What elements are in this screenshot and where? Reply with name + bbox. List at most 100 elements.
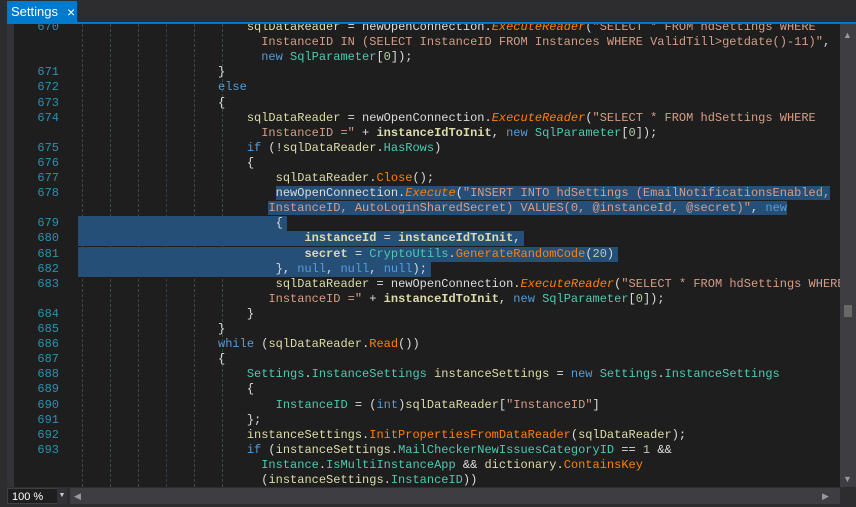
- code-text: InstanceID =" + instanceIdToInit, new Sq…: [74, 126, 657, 141]
- code-text: sqlDataReader.Close();: [74, 171, 434, 186]
- code-token: ==: [614, 442, 643, 457]
- code-token: "SELECT * FROM hdSettings WHERE: [621, 276, 840, 291]
- code-token: 20: [592, 246, 607, 261]
- code-token: ]: [592, 397, 600, 412]
- line-number: 691: [37, 412, 59, 427]
- code-token: instanceId: [304, 231, 377, 246]
- line-number: 678: [37, 186, 59, 201]
- code-token: instanceSettings: [246, 427, 363, 442]
- code-line: 693 if (instanceSettings.MailCheckerNewI…: [7, 443, 837, 458]
- code-token: .: [318, 457, 327, 472]
- code-token: = newOpenConnection.: [340, 110, 492, 125]
- code-text: Instance.IsMultiInstanceApp && dictionar…: [74, 458, 643, 473]
- code-token: }: [74, 65, 226, 80]
- code-token: sqlDataReader: [282, 140, 377, 155]
- code-token: ()): [398, 337, 420, 352]
- code-token: else: [218, 80, 247, 95]
- code-token: [: [621, 125, 629, 140]
- code-token: (: [585, 110, 593, 125]
- code-token: (: [74, 473, 269, 487]
- code-editor[interactable]: 670 sqlDataReader = newOpenConnection.Ex…: [7, 24, 840, 487]
- code-token: )): [462, 473, 478, 487]
- code-token: sqlDataReader: [268, 337, 363, 352]
- code-token: GenerateRandomCode: [455, 246, 586, 261]
- editor-margin: [7, 24, 14, 487]
- code-text: {: [74, 216, 283, 231]
- code-token: InstanceID =": [268, 291, 363, 306]
- line-number: 681: [37, 246, 59, 261]
- code-line: 678 newOpenConnection.Execute("INSERT IN…: [7, 186, 837, 201]
- code-line: Instance.IsMultiInstanceApp && dictionar…: [7, 458, 837, 473]
- line-number: 693: [37, 442, 59, 457]
- scroll-down-icon[interactable]: ▼: [843, 474, 852, 484]
- code-token: instanceSettings: [434, 367, 550, 382]
- code-token: =: [376, 231, 399, 246]
- code-token: Close: [376, 171, 413, 185]
- code-line: 687 {: [7, 352, 837, 367]
- code-text: Settings.InstanceSettings instanceSettin…: [74, 367, 780, 382]
- status-bar: 100 % ▼ ◀ ▶: [0, 487, 856, 507]
- code-line: 671 }: [7, 65, 837, 80]
- code-token: newOpenConnection.: [275, 186, 406, 201]
- code-token: (: [254, 337, 269, 352]
- close-icon[interactable]: ×: [67, 4, 75, 20]
- code-text: }: [74, 322, 225, 337]
- code-line: 691 };: [7, 413, 837, 428]
- code-token: Read: [369, 337, 399, 352]
- code-text: InstanceID =" + instanceIdToInit, new Sq…: [74, 291, 665, 307]
- scroll-up-icon[interactable]: ▲: [843, 30, 852, 40]
- code-token: +: [354, 125, 377, 140]
- vertical-scroll-thumb[interactable]: [844, 305, 852, 317]
- chevron-down-icon[interactable]: ▼: [57, 488, 67, 504]
- code-token: .: [390, 442, 399, 457]
- line-number: 674: [37, 110, 59, 125]
- code-token: ,: [498, 291, 514, 306]
- zoom-level-combo[interactable]: 100 %: [7, 488, 58, 504]
- code-text: new SqlParameter[0]);: [74, 50, 412, 65]
- code-token: =: [347, 246, 370, 261]
- code-token: new: [513, 291, 543, 306]
- code-token: {: [74, 382, 255, 397]
- code-text: };: [74, 413, 261, 428]
- code-line: 675 if (!sqlDataReader.HasRows): [7, 141, 837, 156]
- line-number: 680: [37, 231, 59, 246]
- code-text: {: [74, 382, 254, 397]
- code-line: 692 instanceSettings.InitPropertiesFromD…: [7, 428, 837, 443]
- code-token: IsMultiInstanceApp: [326, 457, 456, 472]
- scroll-left-icon[interactable]: ◀: [74, 491, 81, 502]
- line-number: 682: [37, 261, 59, 276]
- code-token: null: [383, 261, 413, 276]
- code-token: .: [448, 246, 456, 261]
- code-line: 682 }, null, null, null);: [7, 261, 837, 277]
- code-token: new: [261, 50, 291, 65]
- tab-settings[interactable]: Settings ×: [7, 1, 77, 22]
- code-token: InstanceSettings: [311, 367, 435, 382]
- code-line: 690 InstanceID = (int)sqlDataReader["Ins…: [7, 398, 837, 413]
- code-line: 681 secret = CryptoUtils.GenerateRandomC…: [7, 246, 837, 262]
- horizontal-scrollbar[interactable]: ◀ ▶: [70, 488, 840, 504]
- code-token: (: [585, 24, 593, 34]
- line-number: 672: [37, 80, 59, 95]
- code-line: new SqlParameter[0]);: [7, 50, 837, 65]
- line-number: 688: [37, 367, 59, 382]
- code-token: ]);: [642, 291, 665, 306]
- code-token: secret: [304, 246, 348, 261]
- code-token: = (: [347, 397, 377, 412]
- scroll-right-icon[interactable]: ▶: [822, 491, 829, 502]
- code-line: 685 }: [7, 322, 837, 337]
- code-token: "SELECT * FROM hdSettings WHERE: [592, 24, 816, 34]
- code-token: int: [376, 397, 399, 412]
- vertical-scrollbar[interactable]: ▲ ▼: [840, 24, 856, 487]
- line-number: 679: [37, 216, 59, 231]
- code-line: InstanceID, AutoLoginSharedSecret) VALUE…: [7, 201, 837, 216]
- code-token: ,: [750, 201, 766, 216]
- code-line: InstanceID IN (SELECT InstanceID FROM In…: [7, 35, 837, 50]
- code-text: sqlDataReader = newOpenConnection.Execut…: [74, 111, 816, 126]
- code-token: Instance: [261, 457, 319, 472]
